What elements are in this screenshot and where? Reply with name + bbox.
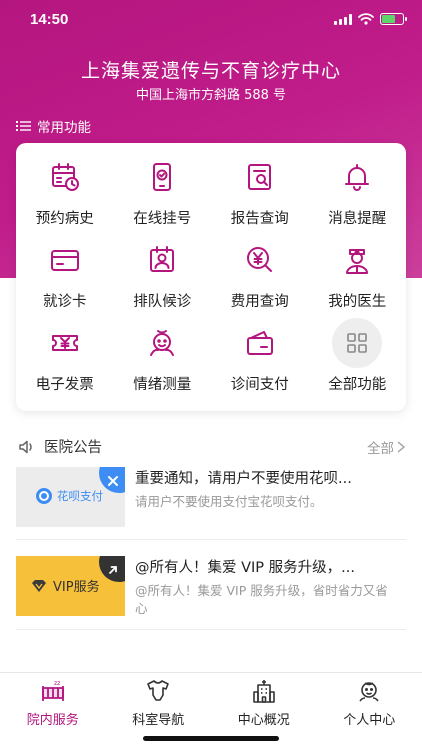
bell-icon bbox=[337, 157, 377, 197]
tab-department-nav[interactable]: 科室导航 bbox=[106, 673, 212, 729]
common-functions-title: 常用功能 bbox=[16, 116, 91, 136]
wallet-icon bbox=[240, 323, 280, 363]
wifi-icon bbox=[358, 13, 374, 25]
common-functions-card: 预约病史 在线挂号 报告查询 消息提醒 就诊卡 排队候诊 费用查询 我的医生 电… bbox=[16, 143, 406, 411]
thumb-label: 花呗支付 bbox=[57, 489, 103, 503]
func-label: 诊间支付 bbox=[230, 377, 289, 393]
mood-face-icon bbox=[142, 323, 182, 363]
list-icon bbox=[16, 121, 31, 131]
func-label: 费用查询 bbox=[230, 294, 289, 310]
func-mood-test[interactable]: 情绪测量 bbox=[114, 323, 212, 406]
report-search-icon bbox=[240, 157, 280, 197]
yen-search-icon bbox=[240, 240, 280, 280]
divider bbox=[16, 629, 406, 630]
baby-face-icon bbox=[356, 679, 382, 707]
func-cost-query[interactable]: 费用查询 bbox=[211, 240, 309, 323]
status-bar: 14:50 bbox=[0, 0, 422, 44]
tab-center-overview[interactable]: 中心概况 bbox=[211, 673, 317, 729]
tab-bar: zz 院内服务 科室导航 中心概况 个人中心 bbox=[0, 672, 422, 750]
yen-ticket-icon bbox=[45, 323, 85, 363]
func-label: 我的医生 bbox=[328, 294, 387, 310]
tab-hospital-services[interactable]: zz 院内服务 bbox=[0, 673, 106, 729]
common-functions-label: 常用功能 bbox=[37, 120, 91, 136]
func-label: 就诊卡 bbox=[43, 294, 87, 310]
func-label: 情绪测量 bbox=[133, 377, 192, 393]
func-appointment-history[interactable]: 预约病史 bbox=[16, 157, 114, 240]
func-label: 在线挂号 bbox=[133, 211, 192, 227]
divider bbox=[16, 539, 406, 540]
tab-label: 中心概况 bbox=[237, 713, 290, 728]
func-label: 报告查询 bbox=[230, 211, 289, 227]
chevron-right-icon bbox=[397, 440, 406, 453]
diamond-icon bbox=[32, 579, 46, 592]
announcement-title: @所有人！集爱 VIP 服务升级，... bbox=[135, 560, 355, 576]
func-report-query[interactable]: 报告查询 bbox=[211, 157, 309, 240]
announcement-summary: @所有人！集爱 VIP 服务升级，省时省力又省心 bbox=[135, 583, 388, 616]
tab-label: 院内服务 bbox=[26, 713, 79, 728]
announcements-label: 医院公告 bbox=[44, 440, 102, 456]
card-icon bbox=[45, 240, 85, 280]
func-my-doctor[interactable]: 我的医生 bbox=[309, 240, 407, 323]
phone-check-icon bbox=[142, 157, 182, 197]
func-label: 预约病史 bbox=[35, 211, 94, 227]
grid-icon bbox=[332, 318, 383, 368]
func-all-functions[interactable]: 全部功能 bbox=[309, 318, 407, 406]
battery-icon bbox=[380, 13, 407, 25]
announcement-thumbnail: 花呗支付 bbox=[16, 467, 125, 527]
tab-label: 科室导航 bbox=[132, 713, 185, 728]
func-online-registration[interactable]: 在线挂号 bbox=[114, 157, 212, 240]
speaker-icon bbox=[19, 440, 32, 453]
func-label: 排队候诊 bbox=[133, 294, 192, 310]
hospital-address: 中国上海市方斜路 588 号 bbox=[135, 88, 287, 103]
status-time: 14:50 bbox=[30, 11, 69, 28]
announcement-title: 重要通知，请用户不要使用花呗... bbox=[135, 471, 352, 487]
thumb-label: VIP服务 bbox=[53, 580, 100, 595]
close-icon bbox=[108, 476, 118, 486]
onesie-icon bbox=[145, 679, 171, 707]
announcements-header: 医院公告 全部 bbox=[18, 436, 406, 457]
crib-icon: zz bbox=[40, 679, 66, 707]
announcement-summary: 请用户不要使用支付宝花呗支付。 bbox=[135, 494, 323, 509]
arrow-up-right-icon bbox=[109, 566, 117, 574]
tab-personal-center[interactable]: 个人中心 bbox=[317, 673, 422, 729]
func-clinic-payment[interactable]: 诊间支付 bbox=[211, 323, 309, 406]
calendar-clock-icon bbox=[45, 157, 85, 197]
announcement-item[interactable]: VIP服务 @所有人！集爱 VIP 服务升级，... @所有人！集爱 VIP 服… bbox=[16, 556, 406, 618]
func-medical-card[interactable]: 就诊卡 bbox=[16, 240, 114, 323]
signal-icon bbox=[334, 13, 352, 25]
status-icons bbox=[334, 13, 407, 25]
svg-text:zz: zz bbox=[54, 680, 60, 687]
announcements-title: 医院公告 bbox=[18, 436, 102, 457]
home-indicator bbox=[143, 736, 279, 741]
hospital-name: 上海集爱遗传与不育诊疗中心 bbox=[80, 60, 341, 82]
announcements-all-link[interactable]: 全部 bbox=[367, 437, 406, 457]
func-e-invoice[interactable]: 电子发票 bbox=[16, 323, 114, 406]
func-label: 消息提醒 bbox=[328, 211, 387, 227]
func-queue[interactable]: 排队候诊 bbox=[114, 240, 212, 323]
announcement-badge bbox=[99, 556, 125, 582]
func-message-reminder[interactable]: 消息提醒 bbox=[309, 157, 407, 240]
func-label: 电子发票 bbox=[35, 377, 94, 393]
tab-label: 个人中心 bbox=[343, 713, 396, 728]
announcement-item[interactable]: 花呗支付 重要通知，请用户不要使用花呗... 请用户不要使用支付宝花呗支付。 bbox=[16, 467, 406, 527]
doctor-icon bbox=[337, 240, 377, 280]
building-icon bbox=[251, 679, 277, 707]
announcement-thumbnail: VIP服务 bbox=[16, 556, 125, 616]
func-label: 全部功能 bbox=[328, 377, 387, 393]
huabei-logo-icon bbox=[36, 488, 52, 504]
queue-id-icon bbox=[142, 240, 182, 280]
all-label: 全部 bbox=[367, 440, 394, 457]
